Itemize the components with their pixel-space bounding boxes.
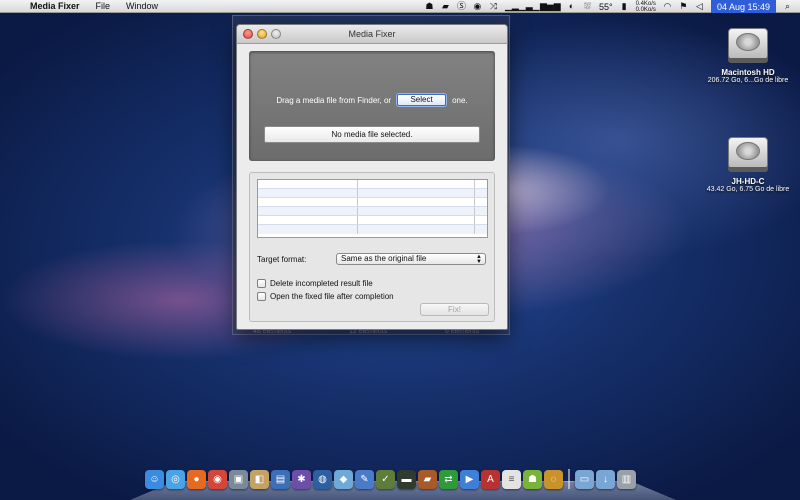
drag-prefix-text: Drag a media file from Finder, or bbox=[276, 95, 392, 105]
drive-macintosh-hd[interactable]: Macintosh HD 206.72 Go, 6...Go de libre bbox=[703, 22, 793, 84]
file-drop-area[interactable]: Drag a media file from Finder, or Select… bbox=[249, 51, 495, 161]
table-row bbox=[258, 216, 487, 225]
open-fixed-row: Open the fixed file after completion bbox=[257, 292, 394, 301]
dock: ☺ ◎ ● ◉ ▣ ◧ ▤ ✱ ◍ ◆ ✎ ✓ ▬ ▰ ⇄ ▶ A ≡ ☗ ◌ ▭ ↓ ▥ bbox=[145, 469, 636, 489]
window-menu[interactable]: Window bbox=[118, 1, 166, 11]
delete-incompleted-label[interactable]: Delete incompleted result file bbox=[270, 279, 373, 288]
select-arrows-icon: ▲ ▼ bbox=[476, 254, 482, 265]
firefox-icon[interactable]: ● bbox=[187, 470, 206, 489]
dictionary-icon[interactable]: A bbox=[481, 470, 500, 489]
shuffle-icon[interactable]: ⤨ bbox=[489, 2, 498, 11]
temperature-readout[interactable]: 55° bbox=[599, 2, 613, 12]
app-icon[interactable]: ▤ bbox=[271, 470, 290, 489]
drive-name: Macintosh HD bbox=[721, 68, 775, 77]
network-speed[interactable]: 0.4Ko/s 0.0Ko/s bbox=[636, 1, 656, 13]
drive-detail: 43.42 Go, 6.75 Go de libre bbox=[706, 186, 790, 193]
wifi-icon[interactable]: ◠ bbox=[663, 2, 672, 11]
safari-icon[interactable]: ◎ bbox=[166, 470, 185, 489]
options-panel: Target format: Same as the original file… bbox=[249, 172, 495, 322]
pen-icon[interactable]: ✎ bbox=[355, 470, 374, 489]
globe-icon[interactable]: ◍ bbox=[313, 470, 332, 489]
android-icon[interactable]: ☗ bbox=[523, 470, 542, 489]
table-row bbox=[258, 198, 487, 207]
target-format-row: Target format: Same as the original file… bbox=[257, 253, 486, 265]
delete-incompleted-row: Delete incompleted result file bbox=[257, 279, 373, 288]
select-button[interactable]: Select bbox=[397, 94, 447, 106]
sync-icon[interactable]: ⇄ bbox=[439, 470, 458, 489]
open-fixed-label[interactable]: Open the fixed file after completion bbox=[270, 292, 394, 301]
preview-icon[interactable]: ▣ bbox=[229, 470, 248, 489]
target-format-label: Target format: bbox=[257, 254, 307, 264]
table-row bbox=[258, 180, 487, 189]
notes-icon[interactable]: ≡ bbox=[502, 470, 521, 489]
ring-icon[interactable]: ◌ bbox=[544, 470, 563, 489]
clock[interactable]: 04 Aug 15:49 bbox=[710, 0, 776, 13]
contrast-icon[interactable]: ◐ bbox=[567, 2, 576, 11]
fix-button[interactable]: Fix! bbox=[420, 303, 489, 316]
utility-icon[interactable]: ✓ bbox=[376, 470, 395, 489]
cube-icon[interactable]: ◆ bbox=[334, 470, 353, 489]
cpu-graph-icon[interactable]: ▆▅▆ bbox=[540, 2, 561, 11]
battery-monitor-icon[interactable]: ▮ bbox=[620, 2, 629, 11]
menu-bar: Media Fixer File Window ☗ ▰ Ⓢ ◉ ⤨ ▁▂▁▃▁ … bbox=[0, 0, 800, 13]
drag-suffix-text: one. bbox=[452, 95, 468, 105]
title-bar[interactable]: Media Fixer bbox=[237, 25, 507, 44]
folder-icon[interactable]: ▭ bbox=[575, 470, 594, 489]
media-icon[interactable]: ▶ bbox=[460, 470, 479, 489]
hard-drive-icon bbox=[726, 22, 770, 66]
table-row bbox=[258, 189, 487, 198]
table-row bbox=[258, 207, 487, 216]
trash-icon[interactable]: ▥ bbox=[617, 470, 636, 489]
drive-jh-hd-c[interactable]: JH-HD-C 43.42 Go, 6.75 Go de libre bbox=[703, 131, 793, 193]
window-title: Media Fixer bbox=[348, 29, 396, 39]
status-area: ☗ ▰ Ⓢ ◉ ⤨ ▁▂▁▃▁ ▆▅▆ ◐ ⛆ 55° ▮ 0.4Ko/s 0.… bbox=[425, 0, 800, 13]
drive-name: JH-HD-C bbox=[731, 177, 765, 186]
file-menu[interactable]: File bbox=[88, 1, 119, 11]
activity-graph-icon[interactable]: ▁▂▁▃▁ bbox=[505, 2, 540, 11]
clock-text: 04 Aug 15:49 bbox=[716, 1, 770, 12]
box-icon[interactable]: ▰ bbox=[418, 470, 437, 489]
folder-status-icon[interactable]: ▰ bbox=[441, 2, 450, 11]
skype-icon[interactable]: Ⓢ bbox=[457, 2, 466, 11]
chrome-icon[interactable]: ◉ bbox=[208, 470, 227, 489]
open-fixed-checkbox[interactable] bbox=[257, 292, 266, 301]
downloads-icon[interactable]: ↓ bbox=[596, 470, 615, 489]
delete-incompleted-checkbox[interactable] bbox=[257, 279, 266, 288]
terminal-icon[interactable]: ▬ bbox=[397, 470, 416, 489]
target-format-value: Same as the original file bbox=[341, 254, 427, 263]
photo-icon[interactable]: ◧ bbox=[250, 470, 269, 489]
file-info-table[interactable] bbox=[257, 179, 488, 238]
finder-icon[interactable]: ☺ bbox=[145, 470, 164, 489]
volume-icon[interactable]: ◁ bbox=[695, 2, 704, 11]
media-fixer-window: Media Fixer Drag a media file from Finde… bbox=[236, 24, 508, 330]
spotlight-search-icon[interactable]: ⌕ bbox=[783, 2, 792, 11]
temperature-icon[interactable]: ⛆ bbox=[583, 2, 592, 11]
drive-detail: 206.72 Go, 6...Go de libre bbox=[707, 77, 789, 84]
selected-file-status: No media file selected. bbox=[264, 126, 480, 143]
dock-separator bbox=[568, 469, 570, 489]
bug-icon[interactable]: ✱ bbox=[292, 470, 311, 489]
drag-instructions: Drag a media file from Finder, or Select… bbox=[249, 94, 495, 106]
net-down: 0.0Ko/s bbox=[635, 6, 656, 13]
target-format-select[interactable]: Same as the original file ▲ ▼ bbox=[336, 253, 486, 265]
table-row bbox=[258, 225, 487, 234]
flag-icon[interactable]: ⚑ bbox=[679, 2, 688, 11]
record-icon[interactable]: ◉ bbox=[473, 2, 482, 11]
hard-drive-icon bbox=[726, 131, 770, 175]
robot-icon[interactable]: ☗ bbox=[425, 2, 434, 11]
app-menu[interactable]: Media Fixer bbox=[22, 1, 88, 11]
